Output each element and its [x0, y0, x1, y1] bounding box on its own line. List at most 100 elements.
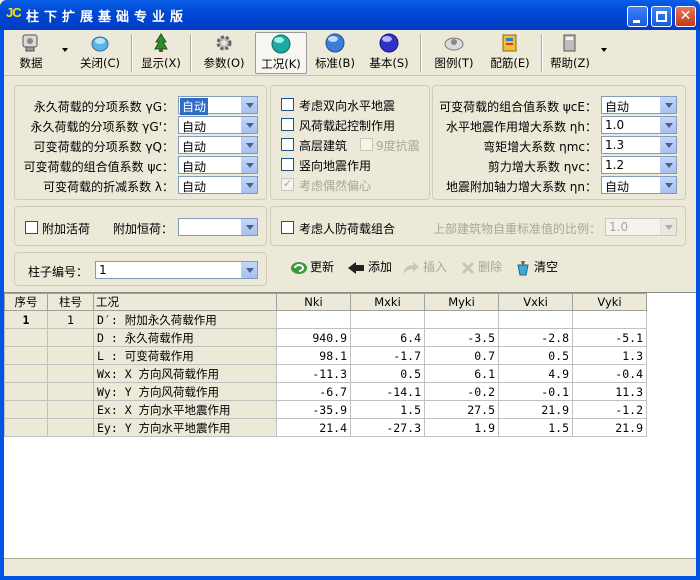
- myki-cell[interactable]: 6.1: [424, 364, 499, 383]
- table-row[interactable]: Wx: X 方向风荷载作用 -11.3 0.5 6.1 4.9 -0.4: [4, 364, 647, 383]
- header-loadcase[interactable]: 工况: [93, 293, 277, 311]
- table-row[interactable]: 1 1 D′: 附加永久荷载作用: [4, 310, 647, 329]
- nki-cell[interactable]: 940.9: [276, 328, 351, 347]
- tool-close-button[interactable]: 关闭(C): [74, 32, 126, 74]
- chevron-down-icon[interactable]: [241, 219, 257, 235]
- add-button[interactable]: 添加: [346, 258, 392, 278]
- mxki-cell[interactable]: -27.3: [350, 418, 425, 437]
- help-dropdown-arrow[interactable]: [601, 48, 607, 52]
- chevron-down-icon[interactable]: [241, 117, 257, 133]
- mxki-cell[interactable]: 0.5: [350, 364, 425, 383]
- myki-cell[interactable]: 0.7: [424, 346, 499, 365]
- checkbox-vertical-seismic[interactable]: [281, 158, 294, 171]
- tool-basic-button[interactable]: 基本(S): [364, 32, 414, 74]
- tool-help-button[interactable]: 帮助(Z): [546, 32, 594, 74]
- nki-cell[interactable]: [276, 310, 351, 329]
- mxki-cell[interactable]: 1.5: [350, 400, 425, 419]
- param-gamma-g2-select[interactable]: 自动: [178, 116, 258, 134]
- tool-display-button[interactable]: 显示(X): [137, 32, 185, 74]
- data-dropdown-arrow[interactable]: [62, 48, 68, 52]
- checkbox-bidirectional-seismic[interactable]: [281, 98, 294, 111]
- myki-cell[interactable]: -3.5: [424, 328, 499, 347]
- vyki-cell[interactable]: 21.9: [572, 418, 647, 437]
- header-vxki[interactable]: Vxki: [498, 293, 573, 311]
- table-row[interactable]: L : 可变荷载作用 98.1 -1.7 0.7 0.5 1.3: [4, 346, 647, 365]
- tool-loadcase-button[interactable]: 工况(K): [255, 32, 307, 74]
- header-myki[interactable]: Myki: [424, 293, 499, 311]
- tool-rebar-button[interactable]: 配筋(E): [483, 32, 537, 74]
- vxki-cell[interactable]: [498, 310, 573, 329]
- chevron-down-icon[interactable]: [660, 137, 676, 153]
- table-row[interactable]: Ey: Y 方向水平地震作用 21.4 -27.3 1.9 1.5 21.9: [4, 418, 647, 437]
- chevron-down-icon[interactable]: [660, 97, 676, 113]
- header-mxki[interactable]: Mxki: [350, 293, 425, 311]
- vxki-cell[interactable]: -0.1: [498, 382, 573, 401]
- param-psi-ce-select[interactable]: 自动: [601, 96, 677, 114]
- myki-cell[interactable]: -0.2: [424, 382, 499, 401]
- vyki-cell[interactable]: 1.3: [572, 346, 647, 365]
- param-eta-mc-select[interactable]: 1.3: [601, 136, 677, 154]
- chevron-down-icon[interactable]: [660, 157, 676, 173]
- vyki-cell[interactable]: -1.2: [572, 400, 647, 419]
- param-eta-n-select[interactable]: 自动: [601, 176, 677, 194]
- maximize-button[interactable]: [651, 6, 672, 27]
- vxki-cell[interactable]: -2.8: [498, 328, 573, 347]
- table-row[interactable]: Wy: Y 方向风荷载作用 -6.7 -14.1 -0.2 -0.1 11.3: [4, 382, 647, 401]
- param-eta-vc-select[interactable]: 1.2: [601, 156, 677, 174]
- mxki-cell[interactable]: -14.1: [350, 382, 425, 401]
- param-lambda-select[interactable]: 自动: [178, 176, 258, 194]
- close-window-button[interactable]: ✕: [675, 6, 696, 27]
- nki-cell[interactable]: -11.3: [276, 364, 351, 383]
- table-row[interactable]: D : 永久荷载作用 940.9 6.4 -3.5 -2.8 -5.1: [4, 328, 647, 347]
- tool-standard-button[interactable]: 标准(B): [310, 32, 360, 74]
- myki-cell[interactable]: 1.9: [424, 418, 499, 437]
- chevron-down-icon[interactable]: [660, 117, 676, 133]
- chevron-down-icon[interactable]: [241, 157, 257, 173]
- load-table[interactable]: 序号 柱号 工况 Nki Mxki Myki Vxki Vyki 1 1 D′: 附…: [4, 292, 696, 572]
- refresh-button[interactable]: 更新: [290, 258, 334, 278]
- vyki-cell[interactable]: -5.1: [572, 328, 647, 347]
- checkbox-high-rise[interactable]: [281, 138, 294, 151]
- clear-button[interactable]: 清空: [514, 258, 558, 278]
- nki-cell[interactable]: 21.4: [276, 418, 351, 437]
- vyki-cell[interactable]: [572, 310, 647, 329]
- checkbox-wind-control[interactable]: [281, 118, 294, 131]
- header-seq[interactable]: 序号: [4, 293, 48, 311]
- chevron-down-icon[interactable]: [241, 262, 257, 278]
- nki-cell[interactable]: -6.7: [276, 382, 351, 401]
- mxki-cell[interactable]: 6.4: [350, 328, 425, 347]
- column-number-select[interactable]: 1: [95, 261, 258, 279]
- chevron-down-icon[interactable]: [241, 177, 257, 193]
- header-vyki[interactable]: Vyki: [572, 293, 647, 311]
- vxki-cell[interactable]: 4.9: [498, 364, 573, 383]
- param-gamma-q-select[interactable]: 自动: [178, 136, 258, 154]
- vxki-cell[interactable]: 1.5: [498, 418, 573, 437]
- checkbox-extra-live-load[interactable]: [25, 221, 38, 234]
- header-nki[interactable]: Nki: [276, 293, 351, 311]
- nki-cell[interactable]: -35.9: [276, 400, 351, 419]
- param-eta-h-select[interactable]: 1.0: [601, 116, 677, 134]
- vxki-cell[interactable]: 21.9: [498, 400, 573, 419]
- param-gamma-g-select[interactable]: 自动: [178, 96, 258, 115]
- vxki-cell[interactable]: 0.5: [498, 346, 573, 365]
- title-bar[interactable]: JC 柱下扩展基础专业版 ✕: [0, 0, 700, 30]
- chevron-down-icon[interactable]: [660, 177, 676, 193]
- chevron-down-icon[interactable]: [241, 97, 257, 113]
- vyki-cell[interactable]: -0.4: [572, 364, 647, 383]
- chevron-down-icon[interactable]: [241, 137, 257, 153]
- param-psi-c-select[interactable]: 自动: [178, 156, 258, 174]
- table-row[interactable]: Ex: X 方向水平地震作用 -35.9 1.5 27.5 21.9 -1.2: [4, 400, 647, 419]
- myki-cell[interactable]: [424, 310, 499, 329]
- vyki-cell[interactable]: 11.3: [572, 382, 647, 401]
- mxki-cell[interactable]: -1.7: [350, 346, 425, 365]
- nki-cell[interactable]: 98.1: [276, 346, 351, 365]
- header-column[interactable]: 柱号: [47, 293, 94, 311]
- checkbox-civil-defense[interactable]: [281, 221, 294, 234]
- extra-dead-load-select[interactable]: [178, 218, 258, 236]
- tool-data-button[interactable]: 数据: [10, 32, 52, 74]
- mxki-cell[interactable]: [350, 310, 425, 329]
- myki-cell[interactable]: 27.5: [424, 400, 499, 419]
- tool-params-button[interactable]: 参数(O): [199, 32, 249, 74]
- tool-legend-button[interactable]: 图例(T): [428, 32, 480, 74]
- minimize-button[interactable]: [627, 6, 648, 27]
